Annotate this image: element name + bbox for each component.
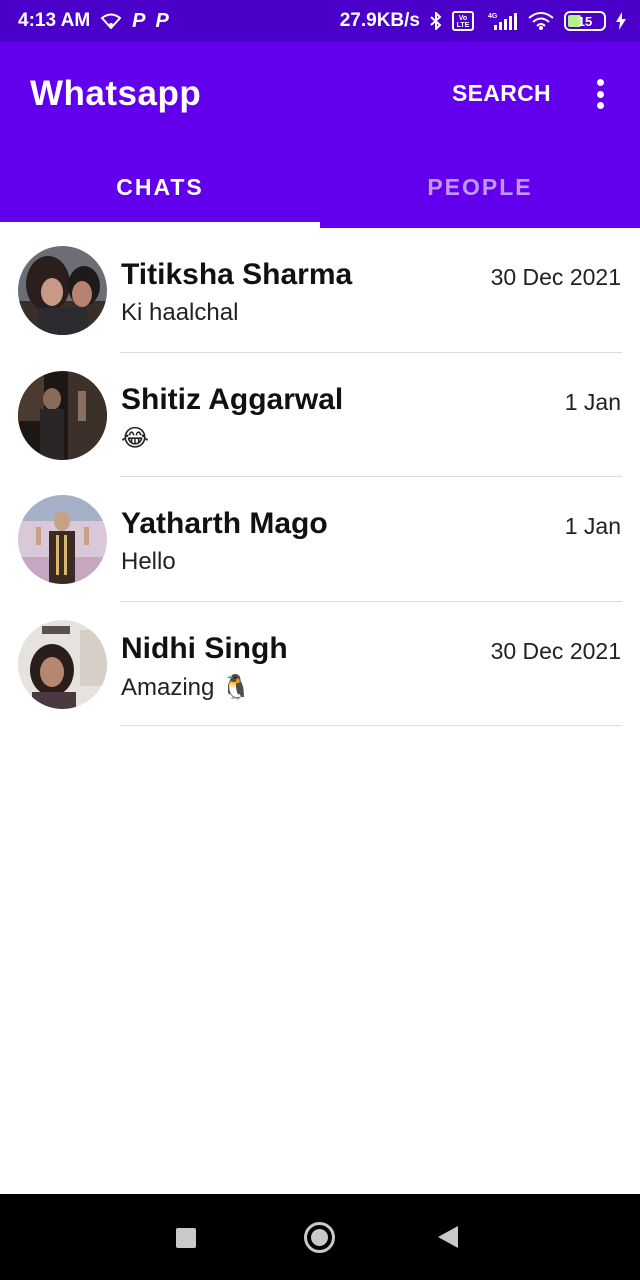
chat-row-nidhi-singh[interactable]: Nidhi Singh 30 Dec 2021 Amazing 🐧 xyxy=(0,602,640,726)
avatar[interactable] xyxy=(18,246,107,335)
chat-last-message: Ki haalchal xyxy=(121,299,239,326)
wifi-icon xyxy=(528,12,554,30)
signal-icon: 4G xyxy=(484,11,518,31)
back-icon[interactable] xyxy=(438,1226,458,1248)
status-bar-left: 4:13 AM P P xyxy=(18,10,169,33)
more-vert-icon[interactable] xyxy=(588,76,612,112)
chat-row-shitiz-aggarwal[interactable]: Shitiz Aggarwal 1 Jan 😂 xyxy=(0,353,640,477)
chat-last-message: Amazing 🐧 xyxy=(121,673,251,701)
system-nav-bar xyxy=(0,1194,640,1280)
chat-date: 1 Jan xyxy=(564,513,621,539)
chat-name: Yatharth Mago xyxy=(121,507,328,540)
avatar[interactable] xyxy=(18,619,107,709)
tab-chats[interactable]: CHATS xyxy=(0,148,320,228)
chat-date: 1 Jan xyxy=(564,388,621,415)
chat-list: Titiksha Sharma 30 Dec 2021 Ki haalchal … xyxy=(0,228,640,726)
charging-icon xyxy=(616,12,626,30)
home-icon[interactable] xyxy=(304,1222,335,1253)
chat-date: 30 Dec 2021 xyxy=(490,637,621,664)
app-title: Whatsapp xyxy=(30,74,202,113)
status-bar: 4:13 AM P P 27.9KB/s Vo LTE 4G 15 xyxy=(0,0,640,42)
bluetooth-icon xyxy=(430,12,442,30)
notification-p-icon: P xyxy=(132,9,146,32)
network-speed: 27.9KB/s xyxy=(339,10,420,31)
search-button[interactable]: SEARCH xyxy=(452,80,551,107)
status-time: 4:13 AM xyxy=(18,10,91,31)
app-bar: Whatsapp SEARCH CHATS PEOPLE xyxy=(0,42,640,228)
battery-level: 15 xyxy=(577,13,593,29)
chat-last-message: 😂 xyxy=(121,424,150,452)
chat-row-titiksha-sharma[interactable]: Titiksha Sharma 30 Dec 2021 Ki haalchal xyxy=(0,228,640,353)
chat-last-message: Hello xyxy=(121,548,176,575)
recent-apps-icon[interactable] xyxy=(176,1228,196,1248)
battery-icon: 15 xyxy=(564,11,606,31)
wifi-icon xyxy=(100,13,122,29)
chat-date: 30 Dec 2021 xyxy=(490,264,621,290)
chat-row-yatharth-mago[interactable]: Yatharth Mago 1 Jan Hello xyxy=(0,477,640,602)
notification-p-icon: P xyxy=(155,9,169,32)
svg-text:LTE: LTE xyxy=(457,22,470,29)
chat-name: Nidhi Singh xyxy=(121,631,288,665)
tab-people[interactable]: PEOPLE xyxy=(320,148,640,228)
volte-icon: Vo LTE xyxy=(452,11,474,31)
svg-text:4G: 4G xyxy=(488,13,498,20)
chat-name: Titiksha Sharma xyxy=(121,258,353,291)
chat-name: Shitiz Aggarwal xyxy=(121,382,344,416)
avatar[interactable] xyxy=(18,370,107,460)
divider xyxy=(120,725,622,726)
avatar[interactable] xyxy=(18,495,107,584)
status-bar-right: 27.9KB/s Vo LTE 4G 15 xyxy=(340,10,626,32)
svg-text:Vo: Vo xyxy=(459,15,467,22)
